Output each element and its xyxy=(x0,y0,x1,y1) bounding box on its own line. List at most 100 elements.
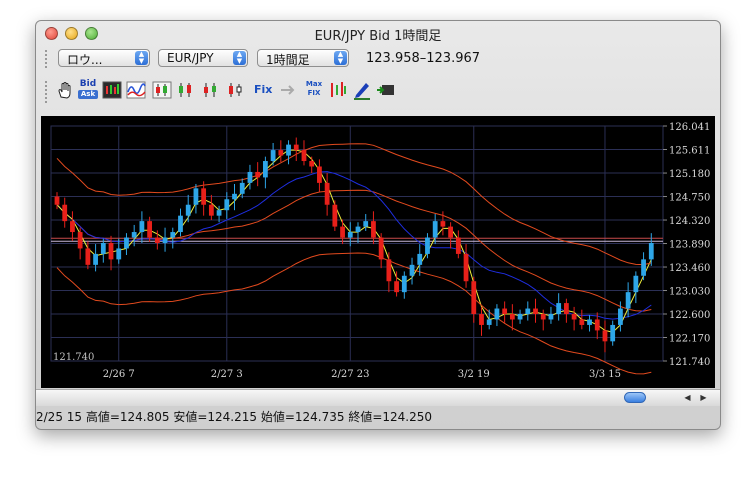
max-fix-icon[interactable]: Max FIX xyxy=(304,80,324,100)
candle-body xyxy=(610,324,616,342)
y-tick-label: 122.600 xyxy=(669,310,710,321)
bid-ask-icon[interactable]: Bid Ask xyxy=(78,80,98,100)
scroll-left-icon[interactable]: ◀ xyxy=(681,392,694,404)
selector-toolbar: ロウ... ▲ ▼ EUR/JPY ▲ ▼ 1時間足 ▲ ▼ 123.958–123.… xyxy=(36,47,720,71)
candle-body xyxy=(425,237,430,254)
export-icon[interactable] xyxy=(376,80,396,100)
candle-body xyxy=(201,188,207,205)
candle-body xyxy=(347,232,353,238)
candle-body xyxy=(641,259,646,276)
candle-body xyxy=(324,182,330,205)
candle-body xyxy=(471,281,477,315)
candle-body xyxy=(193,188,199,205)
candle-body xyxy=(494,308,500,320)
candle-body xyxy=(54,196,60,205)
y-tick-label: 122.170 xyxy=(669,334,710,345)
candle-body xyxy=(108,242,114,260)
candle-body xyxy=(62,204,68,222)
chart-background xyxy=(41,116,715,388)
chart-canvas[interactable]: 126.041 125.611 125.180 124.750 124.320 123.8… xyxy=(41,116,715,388)
candle-body xyxy=(139,221,145,233)
candle-body xyxy=(579,319,585,325)
candle-body xyxy=(602,330,608,342)
candle-body xyxy=(648,242,654,260)
toolbar-grip[interactable] xyxy=(45,81,47,103)
candle-body xyxy=(517,314,523,320)
y-tick-label: 123.890 xyxy=(669,240,710,251)
ask-label: Ask xyxy=(78,90,98,99)
candle-body xyxy=(479,314,484,325)
pen-icon[interactable] xyxy=(352,80,372,100)
window-title: EUR/JPY Bid 1時間足 xyxy=(314,29,442,44)
hand-icon[interactable] xyxy=(55,80,75,100)
candle-body xyxy=(340,226,345,238)
candle-body xyxy=(185,204,191,216)
corner-price-label: 121.740 xyxy=(53,352,94,363)
candle-body xyxy=(147,221,153,238)
candle-body xyxy=(154,237,160,243)
chart-type-select-value: ロウ... xyxy=(67,53,103,67)
arrow-icon[interactable] xyxy=(278,80,298,100)
y-tick-label: 125.180 xyxy=(669,169,710,180)
candle-icon[interactable] xyxy=(152,80,172,100)
chart-type-select[interactable]: ロウ... ▲ ▼ xyxy=(58,49,150,67)
candle-body xyxy=(131,232,137,238)
x-tick-label: 3/3 15 xyxy=(589,369,621,380)
scroll-right-icon[interactable]: ▶ xyxy=(697,392,710,404)
candle-body xyxy=(124,237,129,249)
candle-body xyxy=(70,221,75,233)
candle-body xyxy=(293,144,299,151)
x-tick-label: 2/26 7 xyxy=(103,369,135,380)
price-chart[interactable]: 126.041 125.611 125.180 124.750 124.320 123.8… xyxy=(41,116,715,388)
candle-body xyxy=(77,232,83,249)
wave-icon[interactable] xyxy=(126,80,146,100)
bars-icon[interactable] xyxy=(328,80,348,100)
candle-body xyxy=(502,308,508,315)
candle-body xyxy=(571,314,577,320)
candle-body xyxy=(332,204,338,227)
candle-body xyxy=(224,199,230,211)
bid-label: Bid xyxy=(79,79,97,89)
select-arrows-icon: ▲ ▼ xyxy=(233,51,246,65)
candle-body xyxy=(486,319,492,325)
candle-icon[interactable] xyxy=(226,80,246,100)
timeframe-select-value: 1時間足 xyxy=(266,53,310,67)
candle-body xyxy=(170,232,176,238)
candle-body xyxy=(463,253,469,282)
candle-icon[interactable] xyxy=(201,80,221,100)
y-tick-label: 124.750 xyxy=(669,193,710,204)
candle-body xyxy=(355,226,361,233)
x-tick-label: 2/27 23 xyxy=(331,369,369,380)
max-fix-label: FIX xyxy=(307,89,321,97)
candle-body xyxy=(394,281,399,293)
select-arrows-icon: ▲ ▼ xyxy=(334,51,347,65)
candle-body xyxy=(378,237,384,260)
candle-body xyxy=(525,308,531,315)
pair-select[interactable]: EUR/JPY ▲ ▼ xyxy=(158,49,248,67)
scroll-thumb[interactable] xyxy=(624,392,646,403)
candle-body xyxy=(208,204,214,216)
candle-body xyxy=(563,303,569,315)
candle-body xyxy=(386,259,392,282)
candle-body xyxy=(409,264,415,276)
candle-body xyxy=(455,237,461,254)
candle-icon[interactable] xyxy=(176,80,196,100)
title-bar[interactable]: EUR/JPY Bid 1時間足 xyxy=(36,21,720,45)
candle-body xyxy=(239,182,245,194)
indicator-icon[interactable] xyxy=(102,80,122,100)
candle-body xyxy=(594,319,600,331)
candle-body xyxy=(286,144,291,156)
y-tick-label: 126.041 xyxy=(669,122,710,133)
x-tick-label: 2/27 3 xyxy=(211,369,243,380)
candle-body xyxy=(317,166,322,183)
candle-body xyxy=(556,303,562,315)
timeframe-select[interactable]: 1時間足 ▲ ▼ xyxy=(257,49,349,67)
candle-body xyxy=(232,193,237,200)
fix-icon[interactable]: Fix xyxy=(254,80,274,100)
status-bar: 2/25 15 高値=124.805 安値=124.215 始値=124.735… xyxy=(36,410,433,424)
candle-body xyxy=(93,253,98,265)
toolbar-grip[interactable] xyxy=(45,50,47,68)
candle-body xyxy=(301,150,307,162)
candle-body xyxy=(162,237,168,243)
horizontal-scrollbar[interactable]: ◀ ▶ xyxy=(36,389,720,406)
